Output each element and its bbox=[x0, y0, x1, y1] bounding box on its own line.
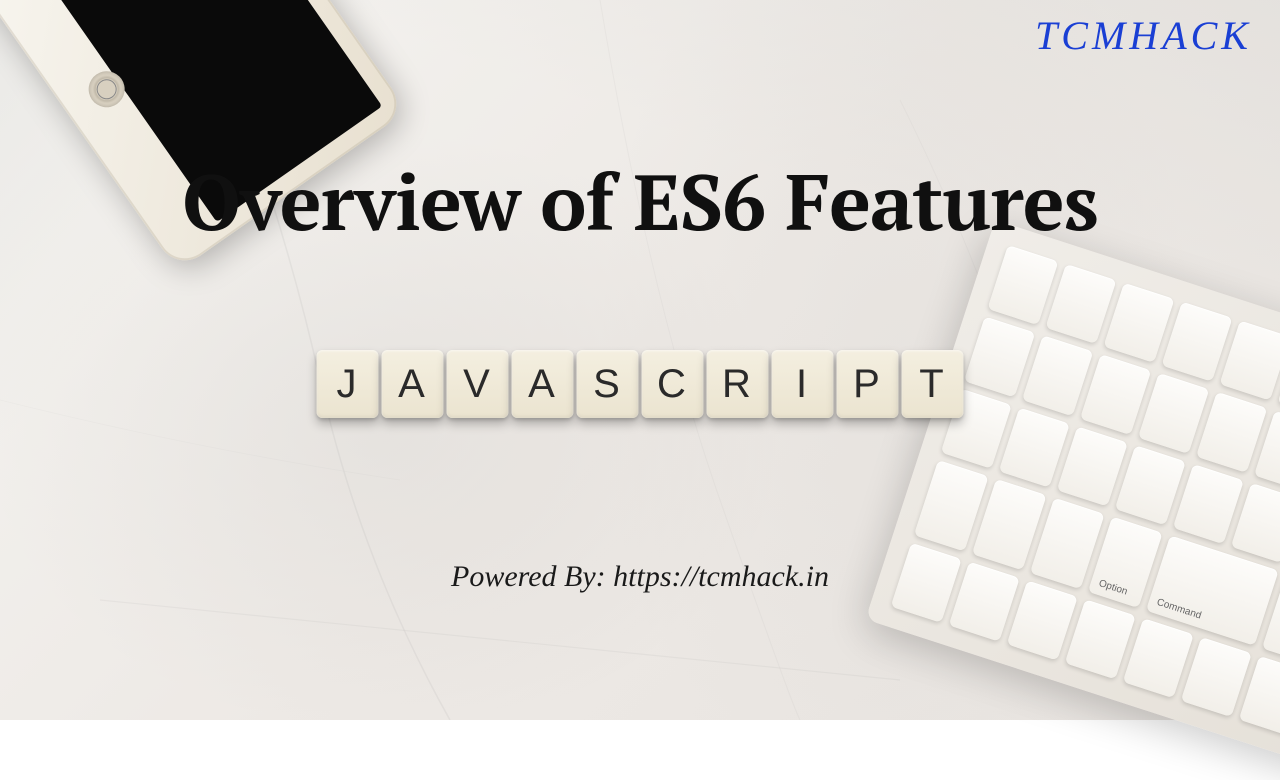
letter-tile: J bbox=[317, 350, 379, 418]
keyboard-key bbox=[1161, 302, 1232, 382]
keyboard-key bbox=[1022, 336, 1093, 416]
keyboard-key bbox=[1045, 264, 1116, 344]
keyboard-key bbox=[1103, 283, 1174, 363]
keyboard-key bbox=[1181, 637, 1252, 717]
letter-tile: A bbox=[382, 350, 444, 418]
letter-tile: T bbox=[902, 350, 964, 418]
keyboard-key bbox=[1219, 320, 1280, 400]
letter-tile: A bbox=[512, 350, 574, 418]
letter-tile: I bbox=[772, 350, 834, 418]
letter-tile: P bbox=[837, 350, 899, 418]
keyboard-key bbox=[999, 407, 1070, 487]
keyboard-key bbox=[987, 245, 1058, 325]
letter-tile: C bbox=[642, 350, 704, 418]
brand-logo: TCMHACK bbox=[1035, 12, 1252, 59]
keyboard-key bbox=[1123, 618, 1194, 698]
letter-tile: R bbox=[707, 350, 769, 418]
keyboard-key bbox=[1065, 599, 1136, 679]
keyboard-key bbox=[1057, 426, 1128, 506]
keyboard-key bbox=[1080, 354, 1151, 434]
keyboard-key bbox=[964, 317, 1035, 397]
page-title: Overview of ES6 Features bbox=[0, 150, 1280, 253]
keyboard-key bbox=[1196, 392, 1267, 472]
letter-tile: S bbox=[577, 350, 639, 418]
keyboard-key bbox=[1115, 445, 1186, 525]
keyboard-key bbox=[1138, 373, 1209, 453]
keyboard-key bbox=[1173, 464, 1244, 544]
letter-tile: V bbox=[447, 350, 509, 418]
powered-by-text: Powered By: https://tcmhack.in bbox=[0, 560, 1280, 594]
scrabble-tiles-row: J A V A S C R I P T bbox=[317, 350, 964, 418]
